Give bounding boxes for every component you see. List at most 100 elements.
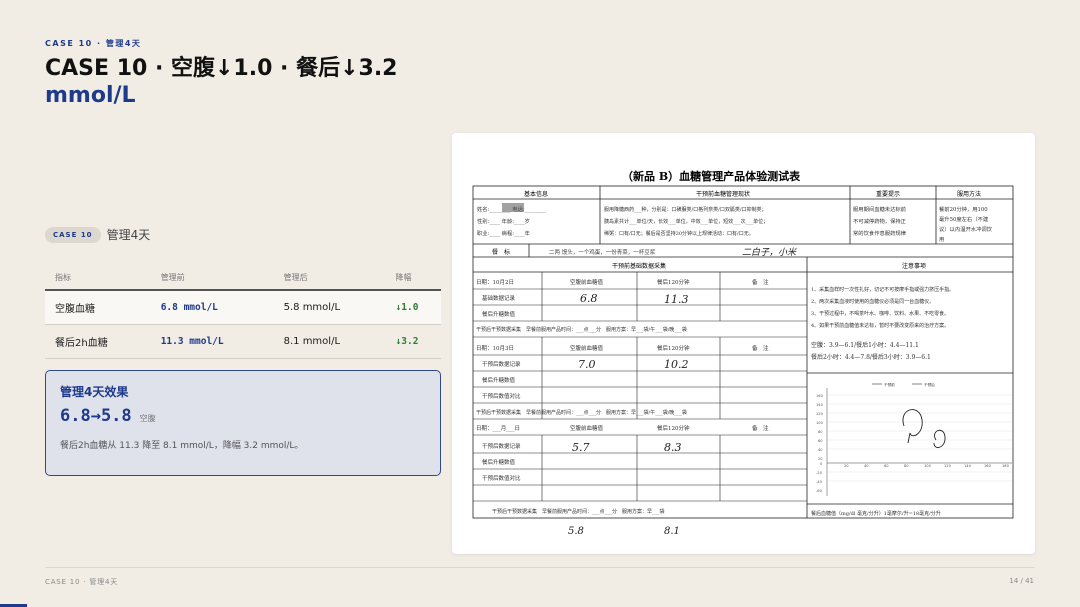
svg-text:餐前20分钟，用100: 餐前20分钟，用100	[939, 205, 988, 213]
handwritten-bottom-1: 5.8	[568, 526, 584, 537]
table-header-row: 指标 管理前 管理后 降幅	[45, 266, 441, 291]
svg-text:140: 140	[964, 464, 972, 468]
document-form: （新品 B）血糖管理产品体验测试表 基本信息 干预前血糖管理现状 重要提示 服用…	[472, 169, 1014, 537]
svg-text:备 注: 备 注	[752, 344, 769, 352]
svg-text:空腹前血糖值: 空腹前血糖值	[570, 278, 604, 286]
svg-text:空腹前血糖值: 空腹前血糖值	[570, 344, 604, 352]
handwritten-fasting-1: 6.8	[580, 292, 598, 305]
metric-drop: ↓3.2	[385, 324, 441, 359]
handwritten-post-1: 11.3	[664, 293, 689, 306]
svg-text:空腹前血糖值: 空腹前血糖值	[570, 424, 604, 432]
chart-y-ticks: 160 140 120 100 80 60 40 20 0 -20 -40 -6…	[816, 394, 824, 493]
effect-value-label: 空腹	[139, 414, 156, 423]
pre-status-block: 服用降糖西药___种，分别是：口磺脲类/口格列奈类/口双胍类/口抑制类； 胰岛素…	[604, 206, 768, 237]
effect-value-row: 6.8→5.8 空腹	[60, 406, 426, 426]
metric-drop: ↓1.0	[385, 290, 441, 325]
handwritten-fasting-3: 5.7	[572, 441, 590, 454]
data-block-2: 日期：10月3日 空腹前血糖值 餐后120分钟 备 注 干预后数据记录 餐后升糖…	[476, 344, 769, 400]
document-photo: （新品 B）血糖管理产品体验测试表 基本信息 干预前血糖管理现状 重要提示 服用…	[452, 133, 1035, 554]
svg-text:干预后数据记录: 干预后数据记录	[482, 360, 521, 368]
svg-text:40: 40	[864, 464, 869, 468]
footer-divider	[45, 567, 1035, 568]
eyebrow: CASE 10 · 管理4天	[45, 39, 142, 48]
svg-text:140: 140	[816, 403, 824, 407]
svg-text:日期：___月___日: 日期：___月___日	[476, 425, 520, 432]
chart-legend: 干预前 干预后	[872, 382, 935, 387]
svg-text:20: 20	[818, 457, 823, 461]
svg-text:0: 0	[820, 462, 823, 466]
col-header-before: 管理前	[150, 266, 274, 291]
handwritten-bottom-2: 8.1	[664, 526, 680, 537]
svg-text:60: 60	[818, 439, 823, 443]
section-pre-status: 干预前血糖管理现状	[696, 190, 750, 198]
handwritten-fasting-2: 7.0	[578, 358, 596, 371]
svg-text:120: 120	[944, 464, 952, 468]
redacted-name	[502, 203, 524, 212]
svg-text:100: 100	[924, 464, 932, 468]
chart-caption: 餐后血糖值（mg/dl 毫克/分升）1毫摩尔/升=18毫克/分升	[811, 510, 941, 517]
data-block-1: 日期：10月2日 空腹前血糖值 餐后120分钟 备 注 基础数据记录 餐后升糖数…	[476, 278, 769, 318]
document-title: （新品 B）血糖管理产品体验测试表	[622, 169, 801, 183]
chart-x-ticks: 20 40 60 80 100 120 140 160 180	[844, 464, 1010, 468]
svg-text:干预后数值对比: 干预后数值对比	[482, 392, 521, 400]
svg-text:不可减停药物，保持正: 不可减停药物，保持正	[853, 217, 907, 225]
svg-text:日期：10月2日: 日期：10月2日	[476, 279, 514, 286]
svg-text:40: 40	[818, 448, 823, 452]
case-row: CASE 10 管理4天	[45, 226, 150, 243]
chart-gridlines	[827, 394, 1012, 482]
usage-block: 餐前20分钟，用100 毫升50度左右（不建 议）以内温开水冲调饮 用	[939, 205, 993, 243]
section-notes: 注意事项	[902, 262, 926, 270]
svg-text:餐后120分钟: 餐后120分钟	[657, 424, 690, 432]
metrics-table: 指标 管理前 管理后 降幅 空腹血糖 6.8 mmol/L 5.8 mmol/L…	[45, 266, 441, 359]
metric-after: 5.8 mmol/L	[273, 290, 386, 325]
svg-text:议）以内温开水冲调饮: 议）以内温开水冲调饮	[939, 225, 993, 233]
svg-text:常的饮食作息服药规律: 常的饮食作息服药规律	[853, 229, 907, 237]
meal-handwriting: 二白子，小米	[742, 247, 797, 258]
case-label: 管理4天	[106, 228, 151, 242]
svg-text:餐后升糖数值: 餐后升糖数值	[482, 376, 516, 384]
page-counter: 14 / 41	[1009, 577, 1034, 585]
handwritten-post-2: 10.2	[664, 358, 689, 371]
handwritten-post-3: 8.3	[664, 441, 682, 454]
svg-text:性别:____ 年龄:____岁: 性别:____ 年龄:____岁	[477, 217, 530, 225]
col-header-after: 管理后	[273, 266, 386, 291]
title-main: CASE 10 · 空腹↓1.0 · 餐后↓3.2	[45, 56, 398, 81]
metric-after: 8.1 mmol/L	[273, 324, 386, 359]
data-grid	[473, 272, 807, 502]
svg-text:2、两次采集血液时使用的血糖仪必须是同一台血糖仪。: 2、两次采集血液时使用的血糖仪必须是同一台血糖仪。	[811, 298, 934, 305]
meal-label: 餐 标	[492, 248, 510, 256]
collect-row-1: 干预后干预数据采集 早餐前服用产品时间：___点___分 服用方案：早___袋/…	[476, 326, 687, 333]
svg-text:餐后120分钟: 餐后120分钟	[657, 278, 690, 286]
tips-block: 服用期间血糖未达标前 不可减停药物，保持正 常的饮食作息服药规律	[853, 205, 907, 237]
svg-text:服用降糖西药___种，分别是：口磺脲类/口格列奈类/口双胍类: 服用降糖西药___种，分别是：口磺脲类/口格列奈类/口双胍类/口抑制类；	[604, 206, 767, 213]
svg-text:毫升50度左右（不建: 毫升50度左右（不建	[939, 215, 989, 223]
metric-name: 餐后2h血糖	[45, 324, 151, 359]
svg-text:干预后数据记录: 干预后数据记录	[482, 442, 521, 450]
section-tips: 重要提示	[876, 190, 900, 198]
svg-text:-40: -40	[816, 480, 823, 484]
title-unit: mmol/L	[45, 83, 136, 108]
section-baseline: 干预前基础数据采集	[612, 262, 666, 270]
svg-text:1、采集血样时一次性扎好，切记不可按摩手指或强力挤压手指。: 1、采集血样时一次性扎好，切记不可按摩手指或强力挤压手指。	[811, 286, 954, 293]
svg-text:胰岛素共计___单位/天，长效___单位，中效___单位，短: 胰岛素共计___单位/天，长效___单位，中效___单位，短效___次___单位…	[604, 218, 768, 225]
reference-chart: 160 140 120 100 80 60 40 20 0 -20 -40 -6…	[811, 382, 1012, 517]
svg-text:餐后2小时：4.4—7.8/餐后3小时：3.9—6.1: 餐后2小时：4.4—7.8/餐后3小时：3.9—6.1	[811, 353, 931, 361]
section-basic: 基本信息	[524, 190, 548, 198]
handwritten-loop-1	[902, 409, 923, 444]
svg-text:120: 120	[816, 412, 824, 416]
svg-text:稀粥：口有/口无；餐后是否坚持30分钟以上规律活动：口有/口: 稀粥：口有/口无；餐后是否坚持30分钟以上规律活动：口有/口无。	[604, 230, 754, 237]
collect-row-3: 干预后干预数据采集 早餐前服用产品时间：___点___分 服用方案：早___袋	[492, 508, 665, 515]
handwritten-loop-2	[933, 429, 946, 448]
effect-heading: 管理4天效果	[60, 385, 129, 399]
metric-name: 空腹血糖	[45, 290, 151, 325]
svg-text:100: 100	[816, 421, 824, 425]
col-header-drop: 降幅	[385, 266, 441, 291]
svg-text:备 注: 备 注	[752, 278, 769, 286]
table-row: 餐后2h血糖 11.3 mmol/L 8.1 mmol/L ↓3.2	[45, 324, 441, 359]
svg-text:20: 20	[844, 464, 849, 468]
meal-text: 二两 馒头，一个鸡蛋，一份青菜，一杯豆浆	[549, 248, 656, 256]
svg-text:干预后: 干预后	[924, 382, 935, 387]
svg-text:4、如果干预前血糖值未达标，暂时不要改变原来的治疗方案。: 4、如果干预前血糖值未达标，暂时不要改变原来的治疗方案。	[811, 322, 949, 329]
col-header-metric: 指标	[45, 266, 151, 291]
svg-text:空腹：3.9—6.1/餐后1小时：4.4—11.1: 空腹：3.9—6.1/餐后1小时：4.4—11.1	[811, 341, 919, 349]
